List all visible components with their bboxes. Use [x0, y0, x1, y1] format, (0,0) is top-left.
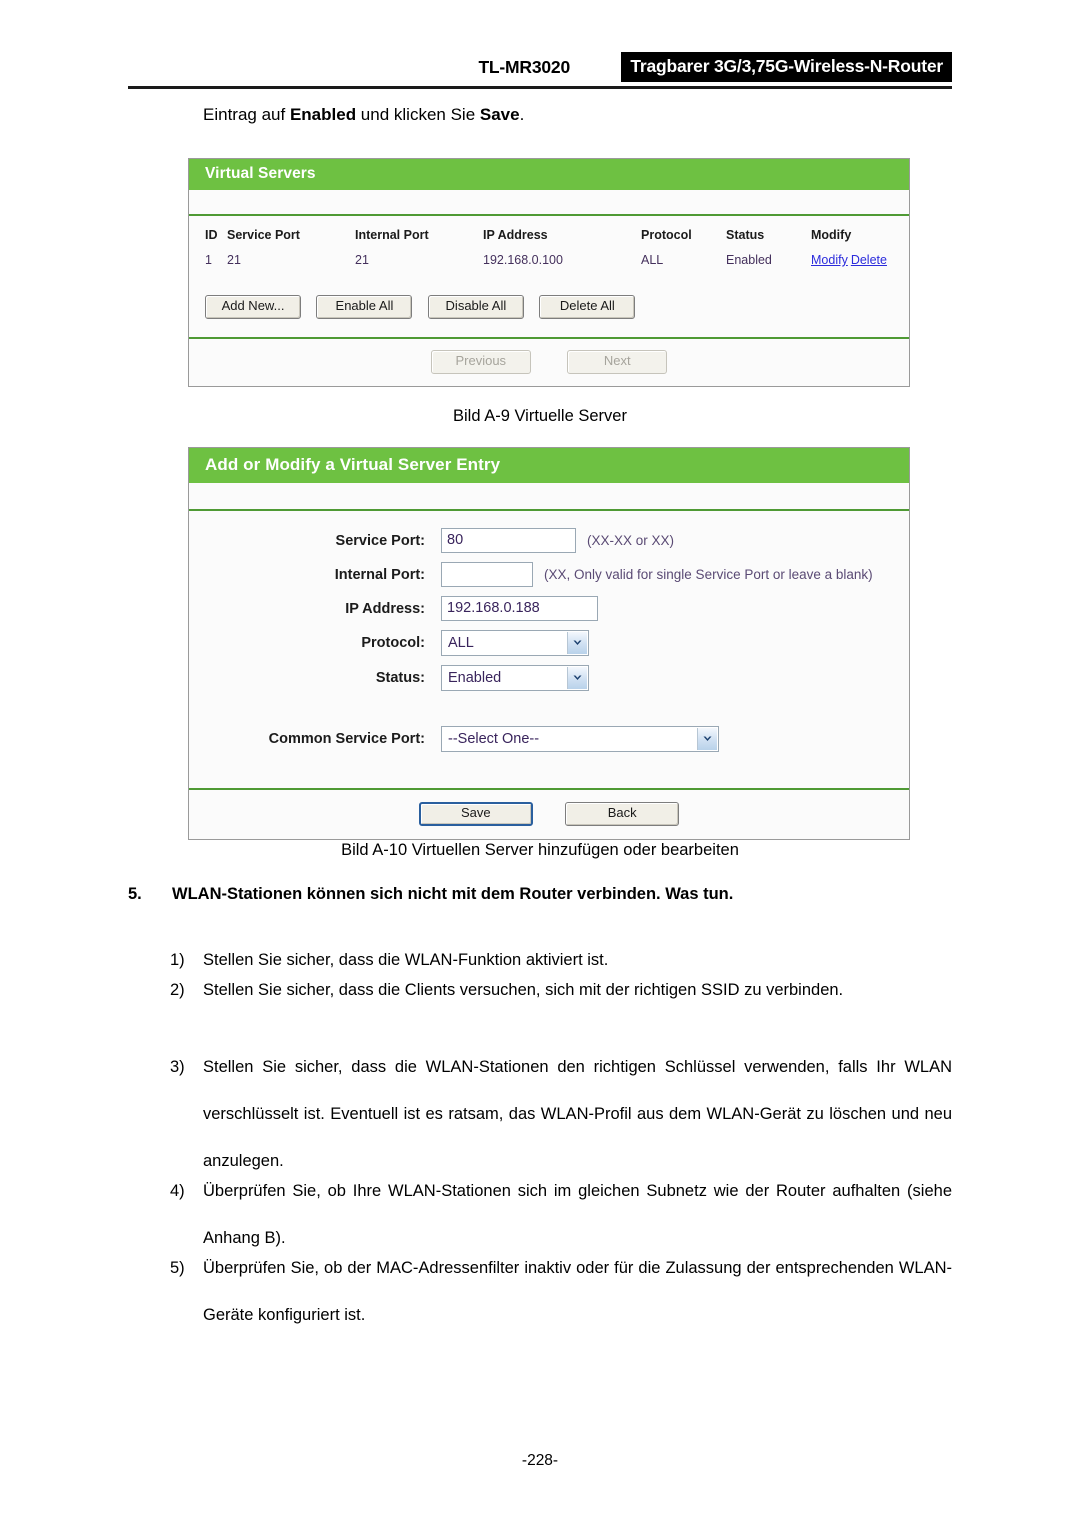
- list-item-marker: 4): [170, 1182, 185, 1200]
- list-item-marker: 3): [170, 1058, 185, 1076]
- common-service-port-value: --Select One--: [448, 731, 540, 747]
- column-header-modify: Modify: [811, 228, 852, 242]
- field-row-internal-port: Internal Port: (XX, Only valid for singl…: [189, 562, 909, 587]
- virtual-servers-table: ID Service Port Internal Port IP Address…: [197, 220, 901, 273]
- field-row-common-service-port: Common Service Port: --Select One--: [189, 726, 909, 752]
- cell-status: Enabled: [726, 253, 772, 267]
- ip-address-input[interactable]: 192.168.0.188: [441, 596, 598, 621]
- list-item: 3) Stellen Sie sicher, dass die WLAN-Sta…: [170, 1044, 952, 1185]
- cell-protocol: ALL: [641, 253, 664, 267]
- next-button[interactable]: Next: [567, 349, 668, 374]
- list-item-marker: 5): [170, 1259, 185, 1277]
- field-row-ip-address: IP Address: 192.168.0.188: [189, 596, 909, 621]
- protocol-label: Protocol:: [361, 635, 425, 651]
- form-action-row: Save Back: [189, 790, 909, 839]
- delete-link[interactable]: Delete: [851, 253, 887, 267]
- internal-port-input[interactable]: [441, 562, 533, 587]
- common-service-port-label: Common Service Port:: [268, 731, 425, 747]
- add-modify-title-spacer: [189, 483, 909, 511]
- status-select-value: Enabled: [448, 670, 502, 686]
- list-item: 5) Überprüfen Sie, ob der MAC-Adressenfi…: [170, 1245, 952, 1339]
- delete-all-button[interactable]: Delete All: [539, 295, 636, 319]
- intro-paragraph: Eintrag auf Enabled und klicken Sie Save…: [203, 105, 524, 125]
- running-header: TL-MR3020 Tragbarer 3G/3,75G-Wireless-N-…: [128, 52, 952, 85]
- intro-bold-enabled: Enabled: [289, 105, 357, 124]
- list-item-marker: 2): [170, 981, 185, 999]
- section-heading-text: WLAN-Stationen können sich nicht mit dem…: [172, 885, 734, 903]
- add-modify-panel: Add or Modify a Virtual Server Entry Ser…: [188, 447, 910, 840]
- disable-all-button[interactable]: Disable All: [427, 295, 524, 319]
- service-port-input[interactable]: 80: [441, 528, 576, 553]
- header-product-badge: Tragbarer 3G/3,75G-Wireless-N-Router: [621, 52, 952, 82]
- status-label: Status:: [375, 670, 425, 686]
- virtual-servers-footer: Previous Next: [189, 336, 909, 386]
- field-row-service-port: Service Port: 80 (XX-XX or XX): [189, 528, 909, 553]
- virtual-servers-body: ID Service Port Internal Port IP Address…: [189, 216, 909, 337]
- section-number: 5.: [128, 885, 142, 903]
- service-port-label: Service Port:: [335, 532, 425, 549]
- internal-port-hint: (XX, Only valid for single Service Port …: [544, 567, 873, 582]
- pager: Previous Next: [189, 339, 909, 386]
- add-new-button[interactable]: Add New...: [205, 295, 301, 319]
- form-bottom-spacer: [189, 752, 909, 774]
- previous-button[interactable]: Previous: [430, 349, 531, 374]
- add-modify-footer: Save Back: [189, 788, 909, 839]
- header-divider: [128, 86, 952, 89]
- service-port-hint: (XX-XX or XX): [587, 533, 675, 548]
- cell-id: 1: [205, 253, 212, 267]
- field-row-protocol: Protocol: ALL: [189, 630, 909, 656]
- cell-ip-address: 192.168.0.100: [483, 253, 563, 267]
- form-spacer: [189, 700, 909, 726]
- protocol-select-value: ALL: [448, 635, 474, 651]
- list-item: 2) Stellen Sie sicher, dass die Clients …: [170, 967, 952, 1014]
- virtual-servers-title-spacer: [189, 190, 909, 216]
- intro-bold-save: Save: [479, 105, 520, 124]
- protocol-select[interactable]: ALL: [441, 630, 589, 656]
- header-model-name: TL-MR3020: [478, 57, 570, 77]
- column-header-internal-port: Internal Port: [355, 228, 429, 242]
- list-item-text: Überprüfen Sie, ob der MAC-Adressenfilte…: [203, 1259, 952, 1324]
- add-modify-title: Add or Modify a Virtual Server Entry: [189, 448, 909, 483]
- virtual-servers-panel: Virtual Servers ID Service Port Internal…: [188, 158, 910, 387]
- field-row-status: Status: Enabled: [189, 665, 909, 691]
- cell-service-port: 21: [227, 253, 241, 267]
- intro-text-middle: und klicken Sie: [356, 105, 480, 124]
- save-button[interactable]: Save: [418, 802, 533, 826]
- cell-modify: Modify Delete: [811, 248, 901, 273]
- back-button[interactable]: Back: [565, 802, 680, 826]
- add-modify-form: Service Port: 80 (XX-XX or XX) Internal …: [189, 511, 909, 788]
- list-item-text: Stellen Sie sicher, dass die WLAN-Statio…: [203, 1058, 952, 1170]
- column-header-protocol: Protocol: [641, 228, 692, 242]
- virtual-servers-title: Virtual Servers: [189, 159, 909, 190]
- chevron-down-icon: [567, 632, 587, 654]
- intro-text-after: .: [519, 105, 525, 124]
- section-heading: 5. WLAN-Stationen können sich nicht mit …: [128, 885, 952, 904]
- enable-all-button[interactable]: Enable All: [316, 295, 413, 319]
- intro-text-before: Eintrag auf: [203, 105, 290, 124]
- list-item-text: Stellen Sie sicher, dass die Clients ver…: [203, 981, 844, 999]
- caption-figure-a9: Bild A-9 Virtuelle Server: [453, 407, 627, 425]
- modify-link[interactable]: Modify: [811, 253, 848, 267]
- chevron-down-icon: [567, 667, 587, 689]
- chevron-down-icon: [697, 728, 717, 750]
- status-select[interactable]: Enabled: [441, 665, 589, 691]
- caption-figure-a10: Bild A-10 Virtuellen Server hinzufügen o…: [341, 841, 739, 859]
- internal-port-label: Internal Port:: [334, 566, 425, 583]
- common-service-port-select[interactable]: --Select One--: [441, 726, 719, 752]
- column-header-id: ID: [205, 228, 218, 242]
- page-number: -228-: [521, 1452, 559, 1469]
- virtual-servers-button-row: Add New... Enable All Disable All Delete…: [197, 273, 901, 337]
- column-header-status: Status: [726, 228, 765, 242]
- cell-internal-port: 21: [355, 253, 369, 267]
- table-header-row: ID Service Port Internal Port IP Address…: [197, 220, 901, 248]
- table-row: 1 21 21 192.168.0.100 ALL Enabled Modify…: [197, 248, 901, 273]
- column-header-ip-address: IP Address: [483, 228, 548, 242]
- ip-address-label: IP Address:: [345, 600, 425, 617]
- column-header-service-port: Service Port: [227, 228, 300, 242]
